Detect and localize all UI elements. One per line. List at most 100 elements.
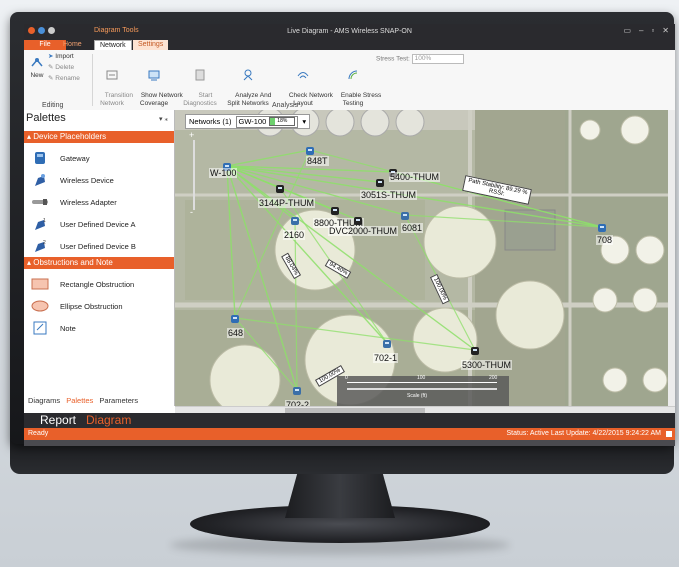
tab-report[interactable]: Report (40, 413, 76, 428)
wireless-device-icon (35, 174, 45, 186)
device-icon (276, 185, 284, 193)
node-label: 6081 (401, 223, 424, 233)
node-label: 708 (596, 235, 614, 245)
zoom-out-button[interactable]: - (190, 207, 193, 217)
user-defined-b-icon: 2 (35, 240, 46, 252)
status-ready: Ready (28, 430, 49, 437)
network-node[interactable] (329, 204, 341, 216)
palette-item-wireless-adapter[interactable]: Wireless Adapter (30, 192, 117, 212)
group-editing-label: Editing (42, 102, 64, 109)
tab-home[interactable]: Home (58, 40, 87, 50)
tab-diagrams[interactable]: Diagrams (28, 396, 60, 405)
ellipse-obstruction-icon (31, 300, 49, 312)
node-label: 3051S-THUM (360, 190, 418, 200)
panel-tabs: Diagrams Palettes Parameters (28, 396, 142, 405)
palettes-panel: Palettes ▾ ⁎ ▴ Device Placeholders Gatew… (24, 110, 175, 406)
network-node[interactable] (374, 176, 386, 188)
palette-item-rectangle[interactable]: Rectangle Obstruction (30, 274, 134, 294)
monitor-stand (285, 470, 395, 518)
import-button[interactable]: ➤ Import (48, 52, 74, 60)
network-node[interactable] (399, 209, 411, 221)
device-icon (471, 347, 479, 355)
panel-pin-icon[interactable]: ▾ ⁎ (159, 115, 168, 123)
link-line[interactable] (404, 214, 603, 228)
tab-palettes[interactable]: Palettes (66, 396, 93, 405)
network-node[interactable] (274, 182, 286, 194)
node-label: 648 (227, 328, 245, 338)
stress-test-dropdown[interactable]: 100% (411, 54, 464, 64)
show-coverage-button[interactable]: Show Network Coverage (130, 52, 183, 116)
section-obstructions[interactable]: ▴ Obstructions and Note (24, 257, 174, 269)
palette-item-user-defined-a[interactable]: 1 User Defined Device A (30, 214, 135, 234)
rename-button[interactable]: ✎ Rename (48, 74, 80, 82)
note-icon (33, 321, 47, 335)
device-icon (331, 207, 339, 215)
enable-stress-button[interactable]: Enable Stress Testing (330, 52, 381, 116)
palette-item-note[interactable]: Note (30, 318, 76, 338)
networks-selector[interactable]: Networks (1) GW-100 18% ▾ (185, 114, 311, 129)
device-icon (383, 340, 391, 348)
device-icon (293, 387, 301, 395)
stress-icon (348, 70, 358, 80)
wireless-adapter-icon (32, 199, 48, 205)
svg-text:1: 1 (43, 218, 46, 224)
palette-item-wireless-device[interactable]: Wireless Device (30, 170, 114, 190)
node-label: 848T (306, 156, 329, 166)
analyze-icon (243, 69, 253, 81)
vertical-scrollbar[interactable] (668, 110, 675, 406)
app-window: Diagram Tools Live Diagram - AMS Wireles… (24, 24, 675, 446)
tab-parameters[interactable]: Parameters (99, 396, 138, 405)
stress-test-control: Stress Test: 100% (376, 54, 464, 64)
palettes-title: Palettes (26, 112, 66, 124)
restore-icon[interactable]: ▭ (623, 26, 631, 35)
ribbon-tabs: File Home Network Settings (24, 40, 675, 51)
new-button[interactable]: New (26, 56, 48, 80)
node-label: 702-1 (373, 353, 399, 363)
node-label: DVC2000-THUM (328, 226, 399, 236)
network-node[interactable] (289, 214, 301, 226)
coverage-icon (148, 70, 160, 81)
link-line[interactable] (226, 149, 311, 167)
zoom-slider[interactable] (193, 140, 195, 210)
chevron-down-icon[interactable]: ▾ (302, 117, 306, 126)
network-links (226, 149, 603, 391)
transition-network-button[interactable]: Transition Network (94, 52, 133, 116)
delete-button[interactable]: ✎ Delete (48, 63, 74, 71)
network-node[interactable] (469, 344, 481, 356)
network-node[interactable] (229, 312, 241, 324)
palette-item-user-defined-b[interactable]: 2 User Defined Device B (30, 236, 136, 256)
network-node[interactable] (304, 144, 316, 156)
tab-settings[interactable]: Settings (133, 40, 169, 50)
network-node[interactable] (352, 214, 364, 226)
maximize-icon[interactable]: ▫ (651, 26, 654, 35)
diagram-canvas[interactable]: W-100 848T 3144P-THUM 3051S-THUM 5400-THUM 88… (175, 110, 675, 406)
analyze-split-button[interactable]: Analyze And Split Networks (222, 52, 274, 116)
ribbon-separator (92, 54, 93, 106)
network-node[interactable] (291, 384, 303, 396)
minimize-icon[interactable]: – (639, 26, 643, 35)
device-icon (231, 315, 239, 323)
palette-item-gateway[interactable]: Gateway (30, 148, 90, 168)
diagnostics-icon (195, 69, 205, 81)
node-label: 2160 (283, 230, 306, 240)
link-line[interactable] (234, 317, 298, 391)
check-layout-icon (297, 72, 309, 79)
monitor-frame: Diagram Tools Live Diagram - AMS Wireles… (10, 12, 675, 446)
network-dropdown[interactable]: GW-100 18% (235, 115, 299, 128)
status-icon (666, 431, 672, 437)
device-icon (376, 179, 384, 187)
tab-diagram[interactable]: Diagram (86, 413, 131, 428)
close-icon[interactable]: ✕ (662, 26, 669, 35)
rectangle-obstruction-icon (31, 278, 49, 290)
start-diagnostics-button[interactable]: Start Diagnostics (180, 52, 220, 116)
link-line[interactable] (294, 219, 298, 391)
zoom-in-button[interactable]: + (189, 130, 194, 140)
user-defined-a-icon: 1 (35, 218, 46, 230)
scale-bar: 0 100 200 Scale (ft) (337, 375, 509, 406)
section-device-placeholders[interactable]: ▴ Device Placeholders (24, 131, 174, 143)
palette-item-ellipse[interactable]: Ellipse Obstruction (30, 296, 123, 316)
network-node[interactable] (381, 337, 393, 349)
ribbon: New ➤ Import ✎ Delete ✎ Rename Editing T… (24, 50, 675, 111)
network-node[interactable] (596, 221, 608, 233)
new-network-icon (31, 58, 43, 67)
